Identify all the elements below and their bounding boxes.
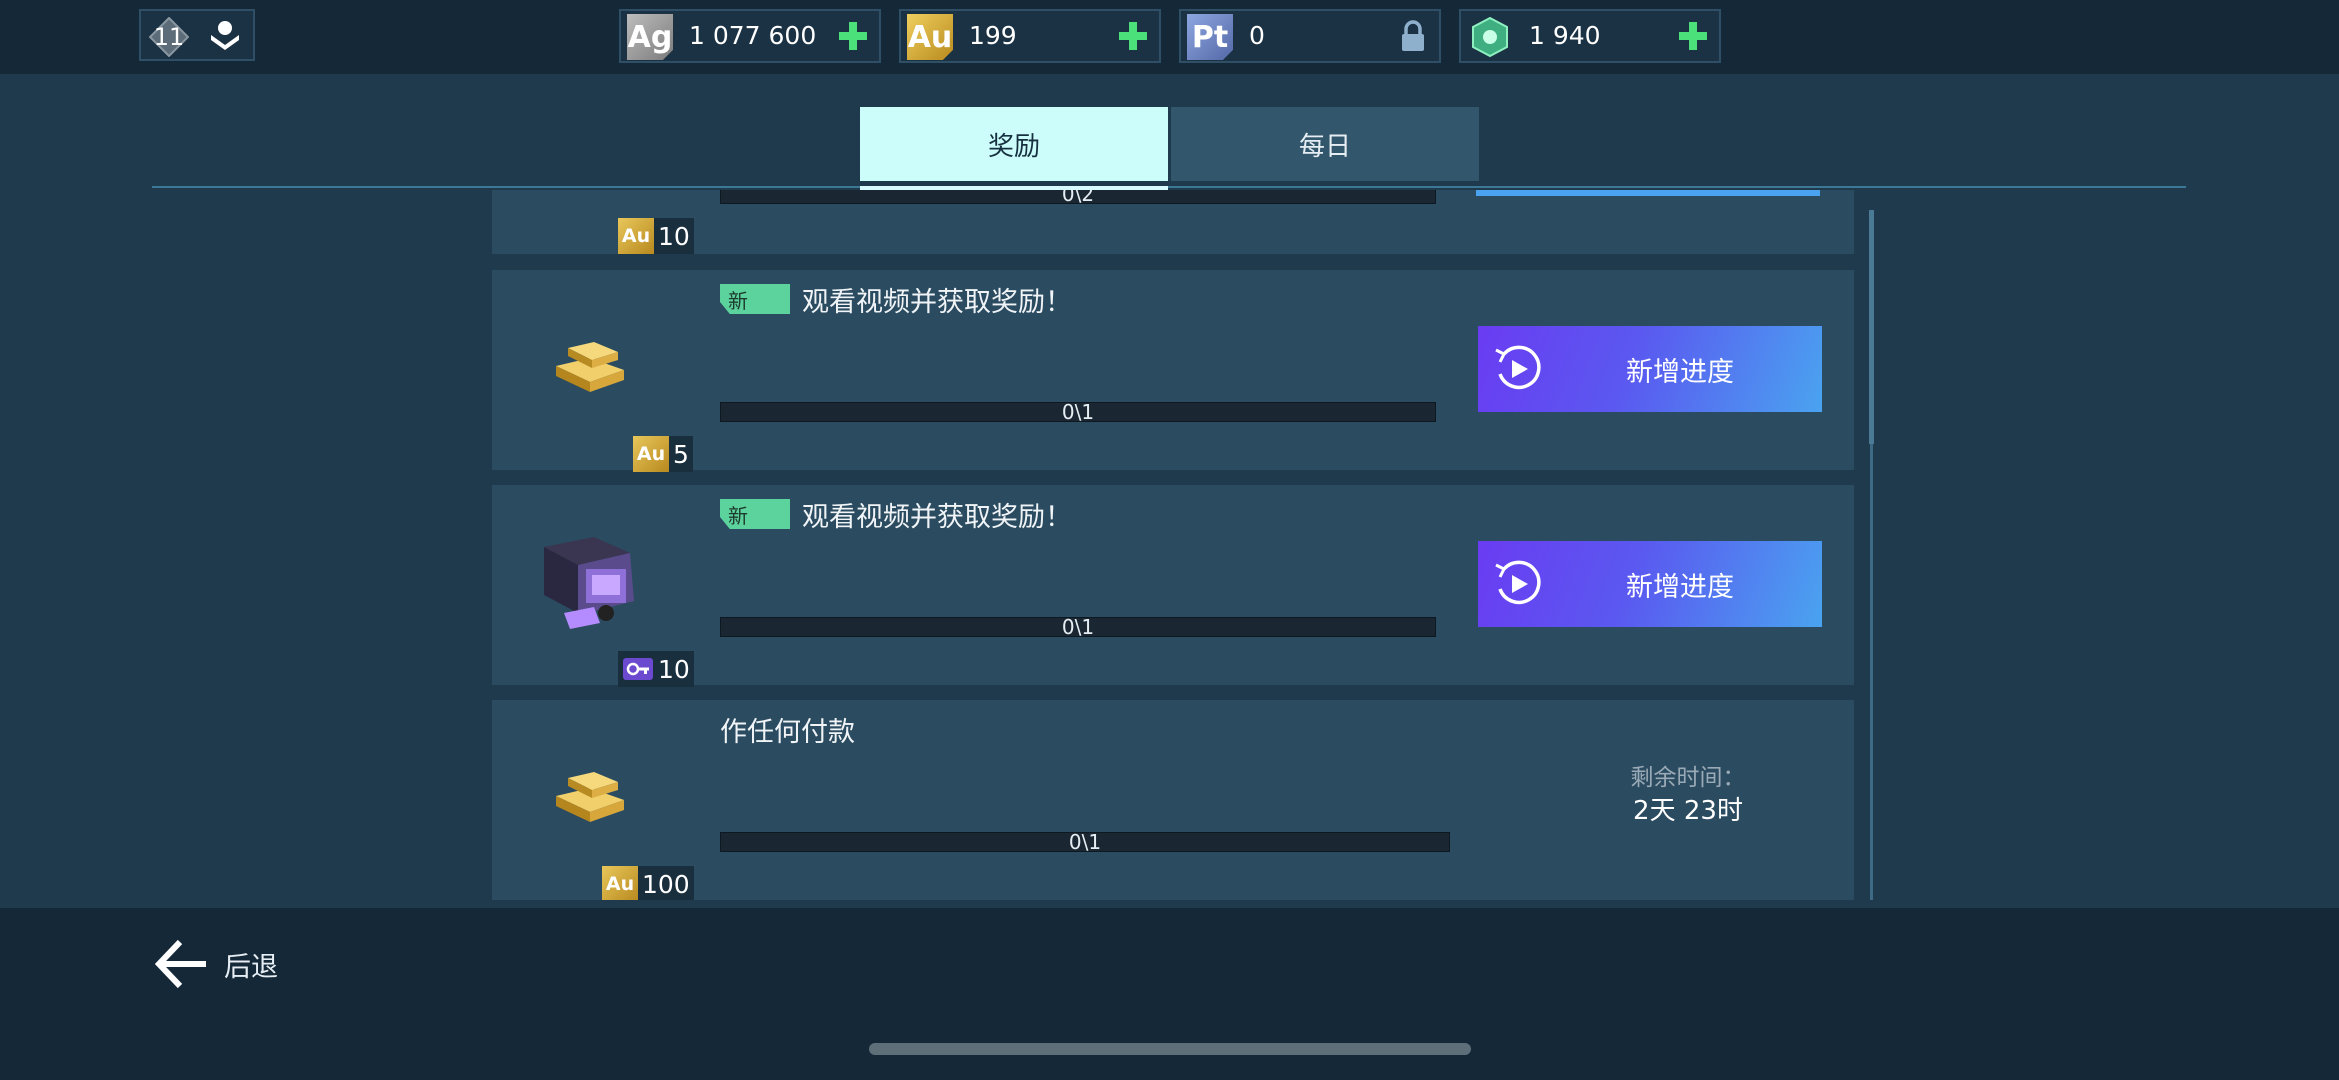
home-indicator[interactable] xyxy=(869,1043,1471,1055)
action-button-partial[interactable] xyxy=(1476,190,1820,196)
task-reward-amount: 10 xyxy=(658,654,690,684)
add-gold-plus-icon[interactable] xyxy=(1115,18,1151,54)
task-title: 观看视频并获取奖励！ xyxy=(802,502,1072,533)
lock-icon xyxy=(1402,20,1424,51)
top-bar xyxy=(0,0,2339,74)
currency-gold[interactable]: Au 199 xyxy=(899,9,1161,63)
gold-au-icon: Au xyxy=(907,14,953,60)
currency-platinum[interactable]: Pt 0 xyxy=(1179,9,1441,63)
gold-bars-icon xyxy=(556,342,624,392)
add-progress-label: 新增进度 xyxy=(1626,356,1734,388)
task-reward: Au 5 xyxy=(633,436,693,472)
currency-silver[interactable]: Ag 1 077 600 xyxy=(619,9,881,63)
new-tag: 新 xyxy=(720,499,790,529)
task-card: Au 100 作任何付款 0\1 剩余时间： 2天 23时 xyxy=(492,700,1854,900)
back-button[interactable]: 后退 xyxy=(154,938,278,990)
task-progress-bar: 0\2 xyxy=(720,190,1436,206)
platinum-pt-icon: Pt xyxy=(1187,14,1233,60)
add-progress-button[interactable]: 新增进度 xyxy=(1478,541,1822,627)
gem-amount: 1 940 xyxy=(1529,21,1601,50)
gold-amount: 199 xyxy=(969,21,1017,50)
player-level: 11 xyxy=(153,23,185,51)
gold-au-icon: Au xyxy=(602,866,638,900)
task-reward-amount: 100 xyxy=(642,869,690,899)
arrow-left-icon xyxy=(154,939,206,989)
task-card: Au 5 新 观看视频并获取奖励！ 0\1 新增进度 xyxy=(492,270,1854,472)
tab-rewards[interactable]: 奖励 xyxy=(860,107,1168,181)
task-reward: 10 xyxy=(618,651,694,687)
rank-chevron-icon xyxy=(211,21,239,50)
loot-crate-icon xyxy=(544,537,634,629)
task-progress-bar: 0\1 xyxy=(720,400,1436,424)
task-reward-amount: 5 xyxy=(673,439,689,469)
task-card: 10 新 观看视频并获取奖励！ 0\1 新增进度 xyxy=(492,485,1854,687)
gold-bars-icon xyxy=(556,772,624,822)
task-progress-bar: 0\1 xyxy=(720,615,1436,639)
time-remaining-value: 2天 23时 xyxy=(1633,796,1743,826)
task-list[interactable]: 0\2 Au 10 Au 5 新 观看视频并获取奖励！ 0\1 新增进度 10 … xyxy=(492,190,1854,900)
back-label: 后退 xyxy=(224,951,278,983)
add-progress-label: 新增进度 xyxy=(1626,571,1734,603)
gold-au-icon: Au xyxy=(618,218,654,254)
silver-ag-icon: Ag xyxy=(627,14,673,60)
tab-daily[interactable]: 每日 xyxy=(1171,107,1479,181)
tabs-divider xyxy=(152,186,2186,188)
task-card: 0\2 Au 10 xyxy=(492,190,1854,254)
add-gem-plus-icon[interactable] xyxy=(1675,18,1711,54)
task-title: 观看视频并获取奖励！ xyxy=(802,287,1072,318)
task-reward-amount: 10 xyxy=(658,221,690,251)
task-progress-bar: 0\1 xyxy=(720,830,1450,854)
task-reward: Au 100 xyxy=(602,866,694,900)
task-title: 作任何付款 xyxy=(720,717,855,748)
new-tag: 新 xyxy=(720,284,790,314)
scrollbar-thumb[interactable] xyxy=(1869,210,1874,444)
add-silver-plus-icon[interactable] xyxy=(835,18,871,54)
gold-au-icon: Au xyxy=(633,436,669,472)
currency-gem[interactable]: 1 940 xyxy=(1459,9,1721,63)
gem-hexagon-icon xyxy=(1472,16,1508,58)
key-icon xyxy=(623,658,653,680)
time-remaining-label: 剩余时间： xyxy=(1630,765,1746,791)
platinum-amount: 0 xyxy=(1249,21,1265,50)
add-progress-button[interactable]: 新增进度 xyxy=(1478,326,1822,412)
task-reward: Au 10 xyxy=(618,218,694,254)
silver-amount: 1 077 600 xyxy=(689,21,817,50)
player-level-badge[interactable]: 11 xyxy=(139,9,255,61)
